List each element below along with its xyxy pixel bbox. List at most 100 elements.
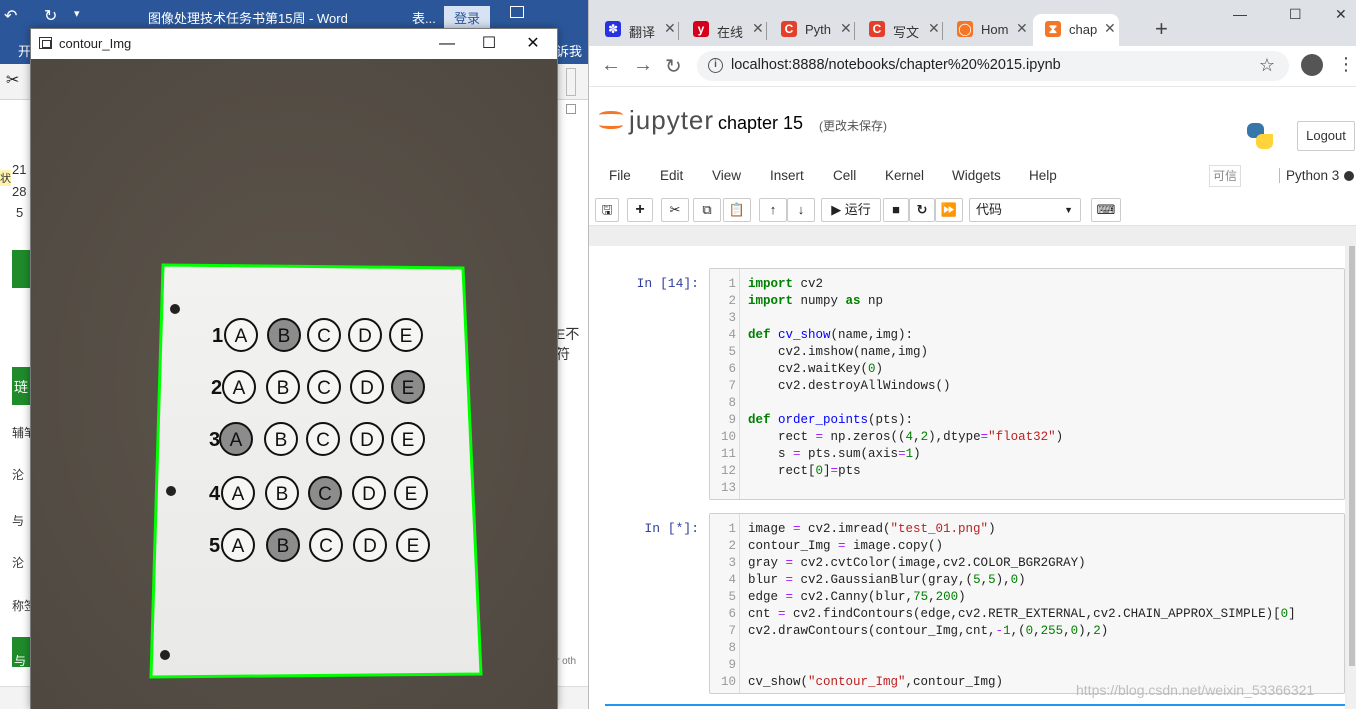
close-tab-icon[interactable]: ✕ [1104,20,1116,37]
profile-avatar-icon[interactable] [1301,54,1323,76]
minimize-button[interactable]: — [1233,6,1247,22]
table-tools-label[interactable]: 表... [412,8,436,27]
code-text[interactable]: cv2.drawContours(contour_Img,cnt,-1,(0,2… [748,624,1108,638]
menu-cell[interactable]: Cell [833,168,856,183]
code-line[interactable]: 8 [710,395,1344,412]
code-text[interactable]: cv2.destroyAllWindows() [748,379,951,393]
code-line[interactable]: 10 rect = np.zeros((4,2),dtype="float32"… [710,429,1344,446]
notebook-name[interactable]: chapter 15 [718,113,803,134]
code-text[interactable]: blur = cv2.GaussianBlur(gray,(5,5),0) [748,573,1026,587]
close-tab-icon[interactable]: ✕ [664,20,676,37]
close-tab-icon[interactable]: ✕ [840,20,852,37]
code-text[interactable]: cnt = cv2.findContours(edge,cv2.RETR_EXT… [748,607,1296,621]
browser-tab[interactable]: y 在线 ✕ [681,14,767,46]
code-text[interactable]: cv2.waitKey(0) [748,362,883,376]
trusted-badge[interactable]: 可信 [1209,165,1241,187]
code-text[interactable]: gray = cv2.cvtColor(image,cv2.COLOR_BGR2… [748,556,1086,570]
forward-arrow-icon[interactable]: → [633,54,653,77]
code-text[interactable]: def order_points(pts): [748,413,913,427]
code-line[interactable]: 11 s = pts.sum(axis=1) [710,446,1344,463]
browser-tab[interactable]: ✽ 翻译 ✕ [593,14,679,46]
close-tab-icon[interactable]: ✕ [928,20,940,37]
cell-type-select[interactable]: 代码 ▼ [969,198,1081,222]
bookmark-star-icon[interactable]: ☆ [1259,55,1275,76]
restart-run-all-icon[interactable]: ⏩ [935,198,963,222]
browser-tab[interactable]: ◯ Hom ✕ [945,14,1031,46]
code-line[interactable]: 3 [710,310,1344,327]
browser-tab[interactable]: C 写文 ✕ [857,14,943,46]
code-line[interactable]: 8 [710,640,1344,657]
code-line[interactable]: 9 [710,657,1344,674]
cell-input[interactable]: 1 import cv2 2 import numpy as np 3 4 def cv_s… [709,268,1345,500]
cell-input[interactable]: 1 image = cv2.imread("test_01.png") 2 conto… [709,513,1345,694]
restart-kernel-icon[interactable]: ↻ [909,198,935,222]
notebook-scrollbar[interactable] [1347,246,1356,709]
code-line[interactable]: 1 import cv2 [710,276,1344,293]
paste-icon[interactable]: 📋 [723,198,751,222]
code-cell[interactable]: In [*]: 1 image = cv2.imread("test_01.png… [599,513,1345,694]
code-text[interactable]: rect = np.zeros((4,2),dtype="float32") [748,430,1063,444]
code-line[interactable]: 4 def cv_show(name,img): [710,327,1344,344]
code-text[interactable]: image = cv2.imread("test_01.png") [748,522,996,536]
maximize-button[interactable]: ☐ [1289,6,1302,23]
cut-icon[interactable]: ✂ [661,198,689,222]
run-button[interactable]: ▶ 运行 [821,198,881,222]
scrollbar-thumb[interactable] [1349,246,1355,666]
code-text[interactable]: s = pts.sum(axis=1) [748,447,921,461]
menu-kebab-icon[interactable]: ⋮ [1337,54,1355,75]
code-line[interactable]: 2 import numpy as np [710,293,1344,310]
menu-view[interactable]: View [712,168,741,183]
code-text[interactable]: contour_Img = image.copy() [748,539,943,553]
reload-icon[interactable]: ↻ [665,54,682,79]
code-cell[interactable]: In [14]: 1 import cv2 2 import numpy as np 3… [599,268,1345,500]
move-up-icon[interactable]: ↑ [759,198,787,222]
logout-button[interactable]: Logout [1297,121,1355,151]
menu-file[interactable]: File [609,168,631,183]
ribbon-scroll[interactable] [566,68,576,96]
cut-icon[interactable]: ✂ [6,70,19,90]
code-line[interactable]: 7 cv2.destroyAllWindows() [710,378,1344,395]
code-text[interactable]: cv2.imshow(name,img) [748,345,928,359]
maximize-button[interactable]: ☐ [469,31,509,57]
code-text[interactable]: cv_show("contour_Img",contour_Img) [748,675,1003,689]
code-line[interactable]: 4 blur = cv2.GaussianBlur(gray,(5,5),0) [710,572,1344,589]
tell-me-tab[interactable]: 诉我 [556,41,582,60]
code-text[interactable]: edge = cv2.Canny(blur,75,200) [748,590,966,604]
code-line[interactable]: 1 image = cv2.imread("test_01.png") [710,521,1344,538]
menu-insert[interactable]: Insert [770,168,804,183]
address-bar[interactable]: i localhost:8888/notebooks/chapter%20%20… [697,51,1289,81]
code-text[interactable]: def cv_show(name,img): [748,328,913,342]
code-text[interactable]: import cv2 [748,277,823,291]
word-checkbox[interactable] [566,104,576,114]
code-line[interactable]: 9 def order_points(pts): [710,412,1344,429]
menu-edit[interactable]: Edit [660,168,683,183]
contour-image-window[interactable]: contour_Img — ☐ ✕ 1ABCDE2ABCDE3ABCD E 4 … [30,28,558,709]
ribbon-display-icon[interactable] [510,6,524,18]
code-line[interactable]: 6 cv2.waitKey(0) [710,361,1344,378]
code-line[interactable]: 2 contour_Img = image.copy() [710,538,1344,555]
code-text[interactable]: rect[0]=pts [748,464,861,478]
minimize-button[interactable]: — [427,31,467,57]
site-info-icon[interactable]: i [708,58,723,73]
code-line[interactable]: 7 cv2.drawContours(contour_Img,cnt,-1,(0,… [710,623,1344,640]
cv-title-bar[interactable]: contour_Img — ☐ ✕ [31,29,557,59]
back-arrow-icon[interactable]: ← [601,54,621,77]
code-line[interactable]: 13 [710,480,1344,497]
browser-tab[interactable]: C Pyth ✕ [769,14,855,46]
code-line[interactable]: 12 rect[0]=pts [710,463,1344,480]
close-button[interactable]: ✕ [1335,6,1347,23]
word-login-button[interactable]: 登录 [444,6,491,29]
code-text[interactable]: import numpy as np [748,294,883,308]
quick-access-dropdown-icon[interactable]: ▾ [74,7,80,20]
code-line[interactable]: 6 cnt = cv2.findContours(edge,cv2.RETR_EX… [710,606,1344,623]
jupyter-logo-icon[interactable] [599,105,623,135]
menu-help[interactable]: Help [1029,168,1057,183]
copy-icon[interactable]: ⧉ [693,198,721,222]
code-line[interactable]: 3 gray = cv2.cvtColor(image,cv2.COLOR_BGR… [710,555,1344,572]
jupyter-brand[interactable]: jupyter [629,105,714,136]
save-icon[interactable]: 🖫 [595,198,619,222]
code-line[interactable]: 5 cv2.imshow(name,img) [710,344,1344,361]
refresh-icon[interactable]: ↻ [44,6,57,26]
menu-widgets[interactable]: Widgets [952,168,1001,183]
code-line[interactable]: 5 edge = cv2.Canny(blur,75,200) [710,589,1344,606]
